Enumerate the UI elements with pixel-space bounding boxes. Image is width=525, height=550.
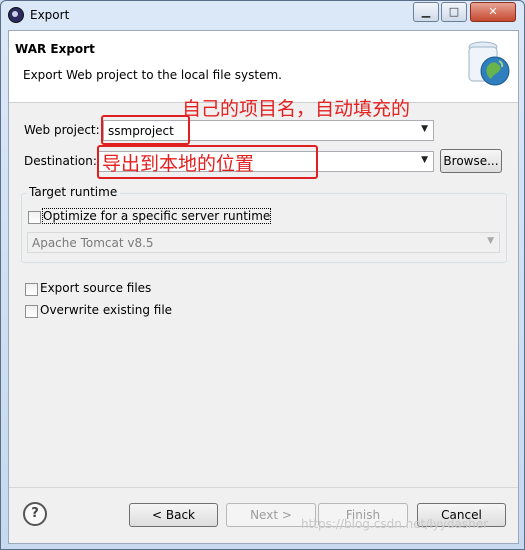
chevron-down-icon[interactable]: ▼ xyxy=(421,155,428,165)
export-source-checkbox[interactable] xyxy=(25,283,38,296)
export-dialog-window: Export ▁ □ ✕ WAR Export Export Web proje… xyxy=(0,0,525,550)
web-project-label: Web project: xyxy=(24,123,100,137)
eclipse-icon xyxy=(8,7,24,23)
project-highlight-box xyxy=(101,115,190,145)
wizard-title: WAR Export xyxy=(15,42,95,56)
destination-label: Destination: xyxy=(24,154,97,168)
overwrite-label[interactable]: Overwrite existing file xyxy=(40,303,172,317)
wizard-banner: WAR Export Export Web project to the loc… xyxy=(9,31,518,103)
chevron-down-icon: ▼ xyxy=(487,236,494,246)
maximize-button[interactable]: □ xyxy=(441,2,467,22)
optimize-label[interactable]: Optimize for a specific server runtime xyxy=(41,208,272,224)
optimize-checkbox[interactable] xyxy=(28,211,41,224)
browse-button[interactable]: Browse... xyxy=(440,149,502,173)
title-bar[interactable]: Export ▁ □ ✕ xyxy=(1,1,524,29)
destination-annotation: 导出到本地的位置 xyxy=(102,153,255,175)
help-icon[interactable]: ? xyxy=(23,502,47,526)
export-source-label[interactable]: Export source files xyxy=(40,281,151,295)
chevron-down-icon[interactable]: ▼ xyxy=(421,124,428,134)
target-runtime-label: Target runtime xyxy=(26,185,121,199)
project-annotation: 自己的项目名，自动填充的 xyxy=(182,98,411,120)
runtime-combo: Apache Tomcat v8.5 ▼ xyxy=(27,232,500,253)
back-button[interactable]: < Back xyxy=(129,503,218,527)
watermark-text: https://blog.csdn.net/lyydasher xyxy=(301,517,489,531)
window-title: Export xyxy=(30,8,70,22)
war-export-icon xyxy=(468,41,510,86)
dialog-content: WAR Export Export Web project to the loc… xyxy=(8,30,519,544)
footer-divider xyxy=(9,487,518,488)
overwrite-checkbox[interactable] xyxy=(25,305,38,318)
close-button[interactable]: ✕ xyxy=(470,2,516,22)
wizard-description: Export Web project to the local file sys… xyxy=(23,68,282,82)
minimize-button[interactable]: ▁ xyxy=(413,2,439,22)
runtime-value: Apache Tomcat v8.5 xyxy=(32,236,154,250)
